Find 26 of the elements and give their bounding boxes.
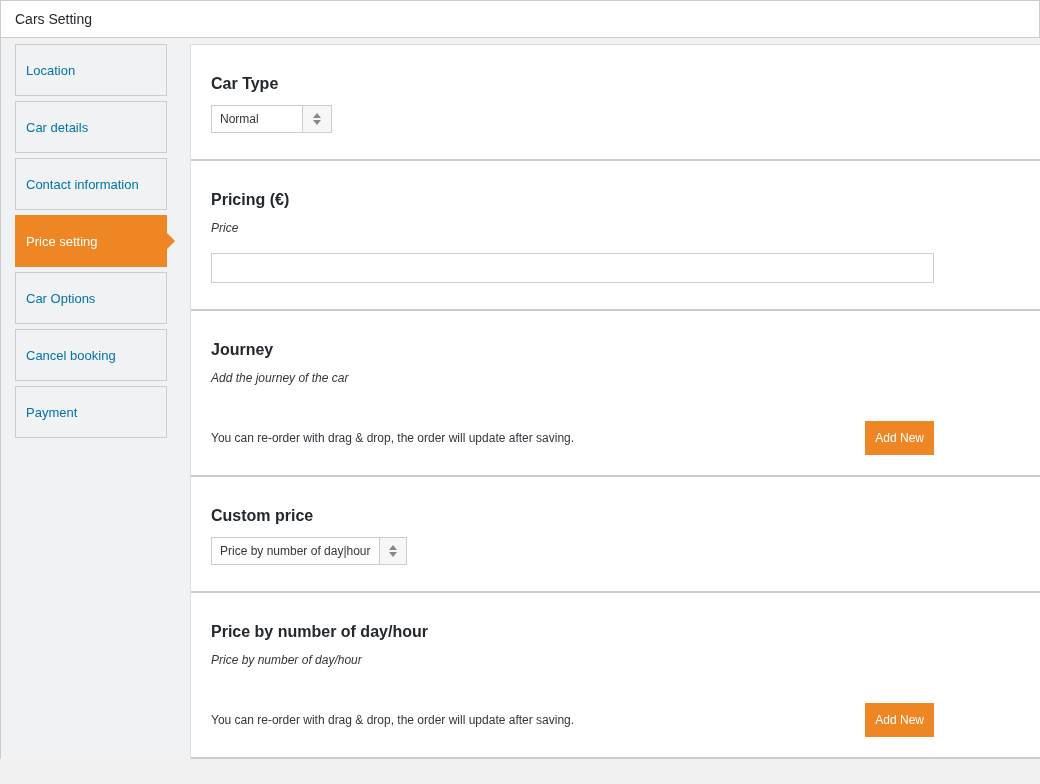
select-dropdown[interactable]: Normal [211, 105, 332, 133]
sidebar-tab[interactable]: Cancel booking [15, 329, 167, 381]
sidebar-tab[interactable]: Location [15, 44, 167, 96]
section-heading: Pricing (€) [211, 191, 290, 209]
sort-arrows-icon [313, 113, 321, 125]
sidebar-tab[interactable]: Payment [15, 386, 167, 438]
select-dropdown[interactable]: Price by number of day|hour [211, 537, 407, 565]
sidebar-tab[interactable]: Car details [15, 101, 167, 153]
reorder-note: You can re-order with drag & drop, the order will update after saving. [211, 431, 575, 445]
add-new-button[interactable]: Add New [865, 421, 934, 455]
page-title: Cars Setting [15, 11, 93, 27]
section-description: Add the journey of the car [211, 371, 349, 385]
pointer-icon [167, 233, 175, 249]
add-new-button[interactable]: Add New [865, 703, 934, 737]
section-heading: Journey [211, 341, 274, 359]
sort-arrows-icon [388, 545, 397, 557]
price-input[interactable] [211, 253, 934, 283]
sidebar-tab[interactable]: Contact information [15, 158, 167, 210]
section-heading: Price by number of day/hour [211, 623, 428, 641]
section-description: Price by number of day/hour [211, 653, 362, 667]
section-heading: Custom price [211, 507, 314, 525]
sidebar-tab[interactable]: Car Options [15, 272, 167, 324]
section-heading: Car Type [211, 75, 279, 93]
field-label: Price [211, 221, 239, 235]
reorder-note: You can re-order with drag & drop, the order will update after saving. [211, 713, 575, 727]
sidebar-tab[interactable]: Price setting [15, 215, 167, 267]
